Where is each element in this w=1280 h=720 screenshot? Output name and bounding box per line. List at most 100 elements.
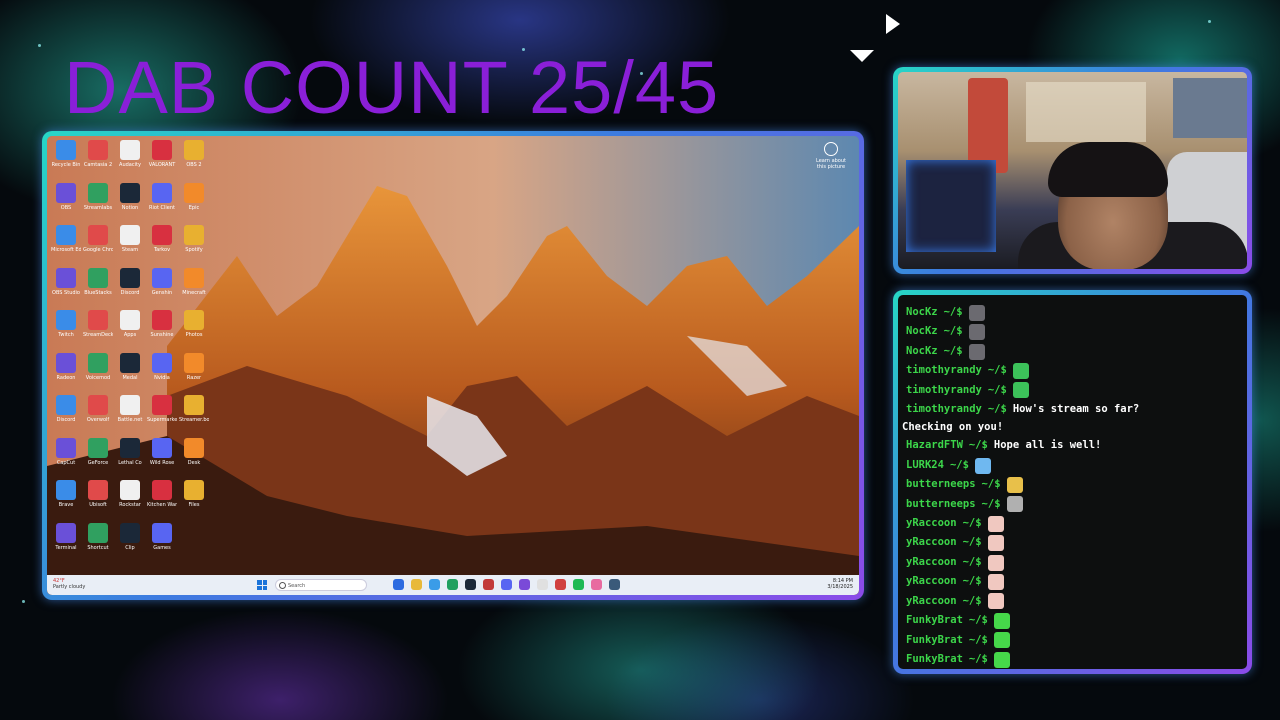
desktop-icon[interactable]: Files [179, 480, 209, 520]
discord-icon[interactable] [501, 579, 512, 590]
desktop-icon[interactable]: Epic [179, 182, 209, 223]
chat-username[interactable]: FunkyBrat [906, 611, 963, 630]
desktop-icon[interactable]: VALORANT [147, 140, 177, 180]
taskbar-search-input[interactable]: Search [275, 579, 367, 591]
chat-emote-icon [968, 343, 985, 360]
desktop-icon[interactable]: OBS [51, 182, 81, 223]
desktop-icon[interactable]: Brave [51, 480, 81, 520]
app-icon [184, 395, 204, 415]
desktop-icon[interactable]: Twitch [51, 310, 81, 350]
desktop-icon[interactable]: Tarkov [147, 225, 177, 265]
desktop-icon[interactable]: Razer [179, 352, 209, 393]
desktop-icon[interactable]: Spotify [179, 225, 209, 265]
app-icon [184, 225, 204, 245]
chat-prompt: ~/$ [987, 364, 1007, 377]
desktop-icon[interactable]: Lethal Co [115, 437, 145, 478]
desktop-icon[interactable]: StreamDeck [83, 310, 113, 350]
desktop-icon[interactable]: OBS 2 [179, 140, 209, 180]
windows-start-icon[interactable] [257, 580, 267, 590]
chat-username[interactable]: NocKz [906, 322, 938, 341]
chat-username[interactable]: yRaccoon [906, 592, 957, 611]
chat-username[interactable]: timothyrandy [906, 381, 982, 400]
chat-username[interactable]: FunkyBrat [906, 631, 963, 650]
obs-icon[interactable] [483, 579, 494, 590]
desktop-icon[interactable]: CapCut [51, 437, 81, 478]
desktop-icon-label: Riot Client [149, 204, 175, 211]
chat-username[interactable]: HazardFTW [906, 436, 963, 455]
desktop-icon[interactable]: Shortcut [83, 522, 113, 563]
app-icon[interactable] [555, 579, 566, 590]
desktop-icon[interactable]: Minecraft [179, 267, 209, 308]
system-tray-clock[interactable]: 8:14 PM 3/18/2025 [827, 578, 853, 590]
chat-username[interactable]: yRaccoon [906, 514, 957, 533]
app-icon[interactable] [591, 579, 602, 590]
desktop-icon[interactable]: Supermarket Together [147, 395, 177, 435]
desktop-icon[interactable]: Apps [115, 310, 145, 350]
chat-username[interactable]: butterneeps [906, 495, 976, 514]
desktop-icon[interactable]: Medal [115, 352, 145, 393]
desktop-icon[interactable]: Camtasia 2 [83, 140, 113, 180]
desktop-icon[interactable]: Battle.net [115, 395, 145, 435]
steam-icon[interactable] [465, 579, 476, 590]
chat-username[interactable]: NocKz [906, 303, 938, 322]
desktop-icon[interactable]: Overwolf [83, 395, 113, 435]
desktop-icon[interactable]: Discord [51, 395, 81, 435]
weather-widget[interactable]: 42°F Partly cloudy [53, 578, 85, 590]
edge-icon[interactable] [429, 579, 440, 590]
desktop-icon[interactable]: OBS Studio [51, 267, 81, 308]
desktop-icon[interactable]: Voicemod [83, 352, 113, 393]
desktop-icon-label: Voicemod [85, 374, 111, 381]
desktop-icon[interactable]: Streamlabs [83, 182, 113, 223]
task-view-icon[interactable] [393, 579, 404, 590]
chat-prompt: ~/$ [962, 575, 982, 588]
desktop-icon[interactable]: Rockstar [115, 480, 145, 520]
desktop-icon[interactable]: Genshin [147, 267, 177, 308]
chat-username[interactable]: timothyrandy [906, 361, 982, 380]
chrome-icon[interactable] [447, 579, 458, 590]
spotify-icon[interactable] [573, 579, 584, 590]
desktop-icon[interactable]: Kitchen Wars [147, 480, 177, 520]
chat-message: FunkyBrat ~/$ [906, 631, 1239, 650]
chat-emote-icon [1006, 496, 1023, 513]
app-icon[interactable] [537, 579, 548, 590]
desktop-icon[interactable]: Riot Client [147, 182, 177, 223]
desktop-icon[interactable]: Radeon [51, 352, 81, 393]
chat-username[interactable]: FunkyBrat [906, 650, 963, 669]
desktop-icon[interactable]: Steam [115, 225, 145, 265]
steam-icon[interactable] [609, 579, 620, 590]
chat-prompt: ~/$ [987, 403, 1007, 416]
learn-about-picture[interactable]: Learn about this picture [811, 142, 851, 170]
chat-message: butterneeps ~/$ [906, 495, 1239, 514]
wall-poster [968, 78, 1008, 173]
desktop-icon[interactable]: Microsoft Edge [51, 225, 81, 265]
desktop-icon[interactable]: Clip [115, 522, 145, 563]
twitch-icon[interactable] [519, 579, 530, 590]
desktop-icon[interactable]: Notion [115, 182, 145, 223]
desktop-icon[interactable]: Photos [179, 310, 209, 350]
desktop-icon[interactable]: Audacity [115, 140, 145, 180]
desktop-icon[interactable]: Terminal [51, 522, 81, 563]
chat-emote-icon [1012, 362, 1029, 379]
desktop-icon[interactable]: Ubisoft [83, 480, 113, 520]
desktop-icon[interactable]: Streamer.bot [179, 395, 209, 435]
chat-username[interactable]: NocKz [906, 342, 938, 361]
desktop-icon[interactable]: Wild Rose [147, 437, 177, 478]
desktop-icon[interactable]: Sunshine [147, 310, 177, 350]
desktop-icon[interactable]: Discord [115, 267, 145, 308]
file-explorer-icon[interactable] [411, 579, 422, 590]
desktop-icon[interactable]: Games [147, 522, 177, 563]
chat-username[interactable]: yRaccoon [906, 553, 957, 572]
desktop-icon[interactable]: Google Chrome [83, 225, 113, 265]
desktop-icon[interactable]: Recycle Bin [51, 140, 81, 180]
chat-username[interactable]: timothyrandy [906, 400, 982, 419]
chat-emote-icon [974, 457, 991, 474]
chat-username[interactable]: LURK24 [906, 456, 944, 475]
chat-username[interactable]: butterneeps [906, 475, 976, 494]
desktop-icon[interactable]: BlueStacks [83, 267, 113, 308]
desktop-icon[interactable]: Nvidia [147, 352, 177, 393]
desktop-icon-label: Twitch [58, 332, 74, 338]
chat-username[interactable]: yRaccoon [906, 533, 957, 552]
desktop-icon[interactable]: GeForce [83, 437, 113, 478]
desktop-icon[interactable]: Desk [179, 437, 209, 478]
chat-username[interactable]: yRaccoon [906, 572, 957, 591]
